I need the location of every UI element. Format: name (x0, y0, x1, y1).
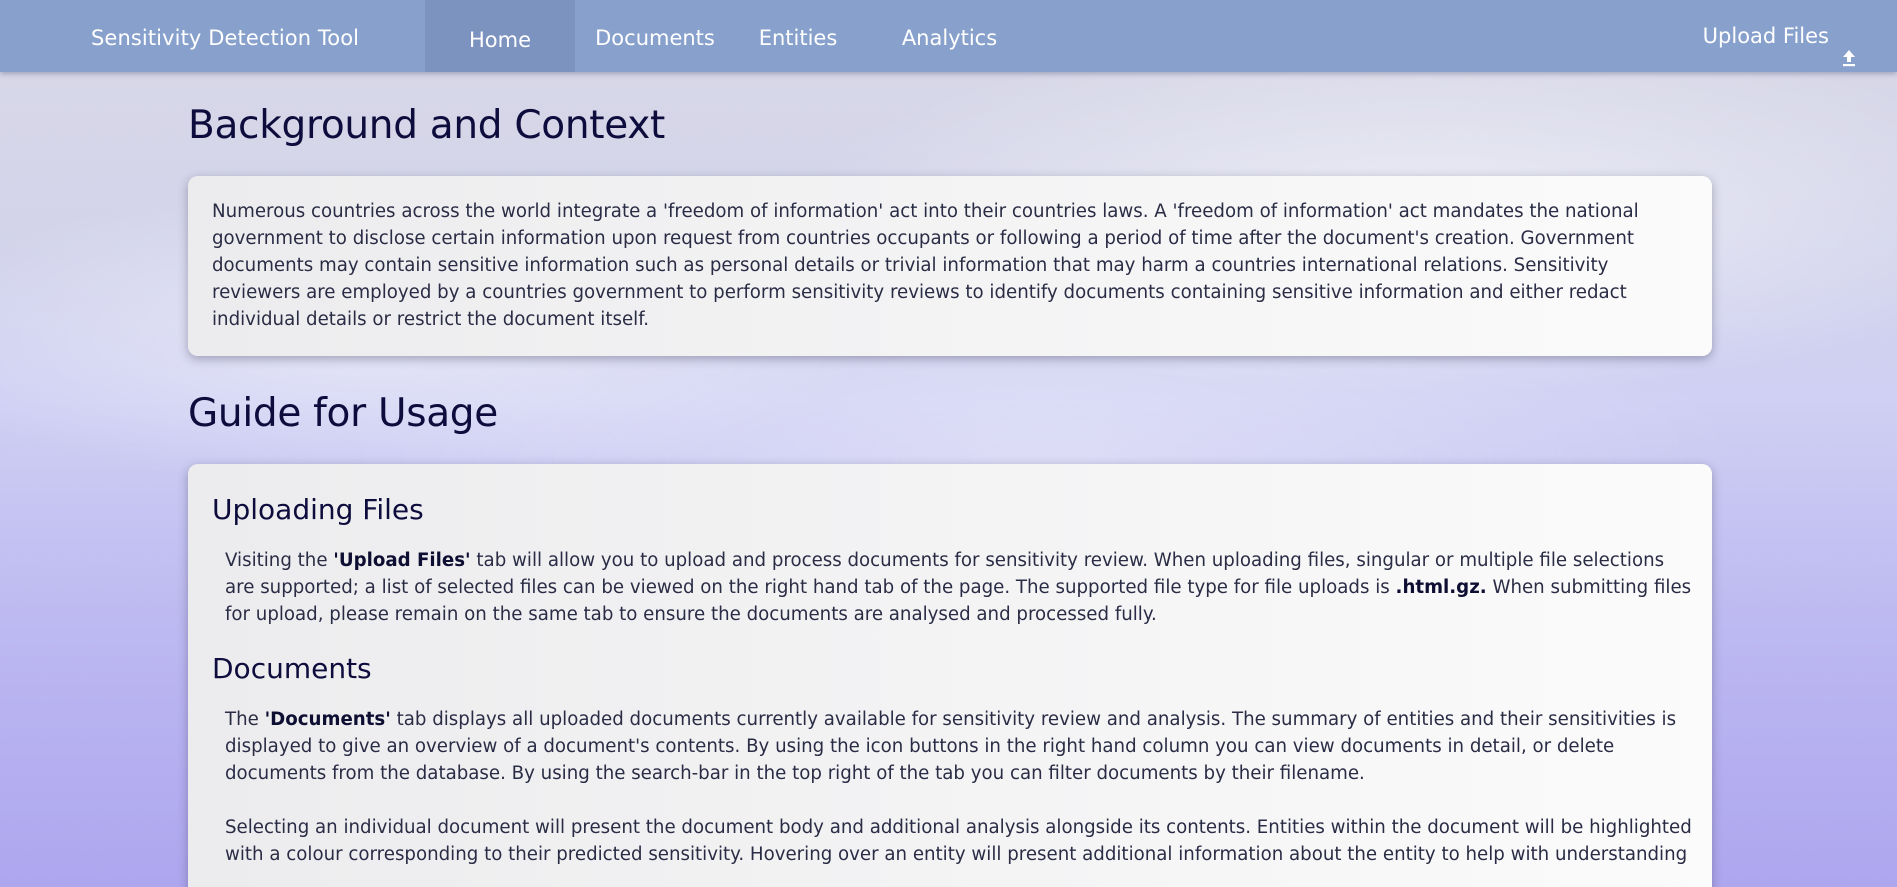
uploading-files-text: Visiting the 'Upload Files' tab will all… (225, 547, 1696, 628)
tab-analytics[interactable]: Analytics (893, 0, 1006, 72)
uploading-files-title: Uploading Files (212, 493, 424, 526)
uploading-text-part: Visiting the (225, 550, 334, 571)
guide-card: Uploading Files Visiting the 'Upload Fil… (188, 464, 1712, 887)
upload-files-tab-ref: 'Upload Files' (333, 550, 471, 571)
documents-tab-ref: 'Documents' (264, 709, 391, 730)
upload-icon (1841, 23, 1857, 67)
upload-files-label: Upload Files (1702, 24, 1829, 48)
tab-entities[interactable]: Entities (748, 0, 848, 72)
app-brand[interactable]: Sensitivity Detection Tool (91, 0, 359, 72)
main-content: Background and Context Numerous countrie… (188, 72, 1712, 887)
background-heading: Background and Context (188, 103, 666, 148)
documents-text-part: tab displays all uploaded documents curr… (225, 709, 1677, 784)
documents-title: Documents (212, 652, 372, 685)
top-navbar: Sensitivity Detection Tool Home Document… (0, 0, 1897, 72)
tab-home[interactable]: Home (425, 0, 575, 72)
documents-text-part: The (225, 709, 265, 730)
upload-files-link[interactable]: Upload Files (1703, 0, 1857, 72)
background-card: Numerous countries across the world inte… (188, 176, 1712, 356)
file-type-ref: .html.gz. (1395, 577, 1487, 598)
documents-text-2: Selecting an individual document will pr… (225, 817, 1692, 865)
tab-documents[interactable]: Documents (585, 0, 725, 72)
documents-text-1: The 'Documents' tab displays all uploade… (225, 706, 1696, 787)
guide-heading: Guide for Usage (188, 391, 498, 436)
background-text: Numerous countries across the world inte… (212, 201, 1639, 330)
